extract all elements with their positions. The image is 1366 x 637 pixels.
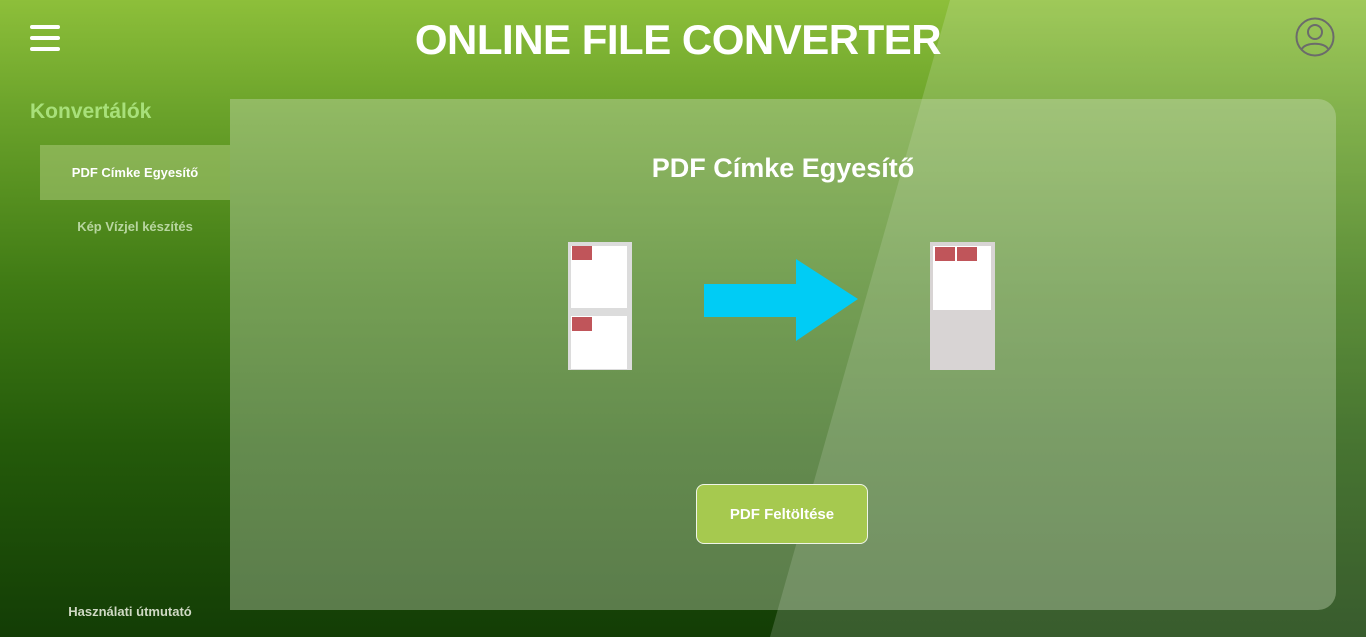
merged-labels-page-icon bbox=[930, 242, 995, 370]
app-title: ONLINE FILE CONVERTER bbox=[414, 16, 942, 63]
right-arrow-icon bbox=[704, 259, 858, 341]
two-label-pages-icon bbox=[568, 242, 632, 370]
upload-pdf-button[interactable]: PDF Feltöltése bbox=[696, 484, 868, 544]
user-guide-link[interactable]: Használati útmutató bbox=[30, 602, 230, 622]
sidebar-heading: Konvertálók bbox=[30, 100, 152, 123]
sidebar-item-image-watermark[interactable]: Kép Vízjel készítés bbox=[40, 213, 230, 241]
sidebar-item-pdf-label-merger[interactable]: PDF Címke Egyesítő bbox=[40, 145, 230, 200]
user-profile-icon[interactable] bbox=[1295, 17, 1335, 57]
converter-panel: PDF Címke Egyesítő PDF Feltöltése bbox=[230, 99, 1336, 610]
